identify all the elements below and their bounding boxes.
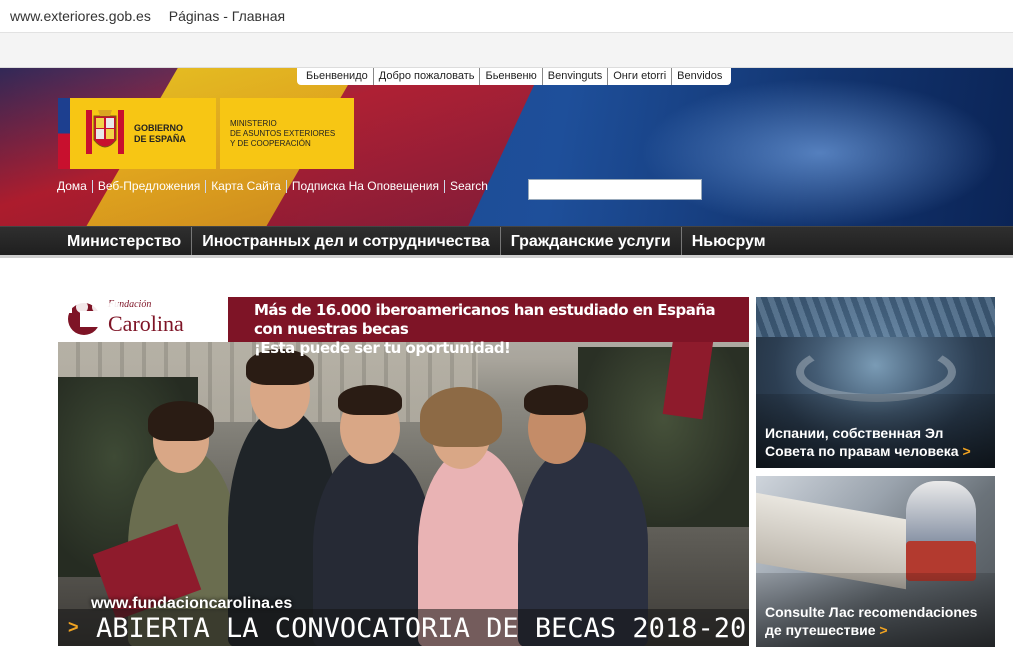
- gobierno-logo[interactable]: GOBIERNO DE ESPAÑA: [70, 98, 216, 169]
- browser-title-bar: www.exteriores.gob.es Páginas - Главная: [0, 0, 1013, 32]
- nav-item-citizen-services[interactable]: Гражданские услуги: [501, 227, 682, 255]
- hero-person-hair: [148, 401, 214, 441]
- gobierno-logo-text: GOBIERNO DE ESPAÑA: [134, 123, 186, 145]
- news-card-human-rights[interactable]: Испании, собственная Эл Совета по правам…: [756, 297, 995, 468]
- card-title: Испании, собственная Эл Совета по правам…: [765, 424, 990, 460]
- hero-banner[interactable]: Fundación Carolina Más de 16.000 iberoam…: [58, 297, 749, 646]
- utility-nav: Дома Веб-Предложения Карта Сайта Подписк…: [57, 180, 493, 193]
- chevron-right-icon: >: [962, 443, 971, 459]
- hero-headline: Más de 16.000 iberoamericanos han estudi…: [254, 301, 734, 358]
- hero-person-hair: [524, 385, 588, 415]
- util-link-home[interactable]: Дома: [57, 180, 93, 193]
- slide-dot[interactable]: [92, 301, 104, 313]
- card-title-text: Consulte Лас recomendaciones де путешест…: [765, 604, 978, 638]
- nav-item-ministry[interactable]: Министерство: [58, 227, 193, 255]
- card-title: Consulte Лас recomendaciones де путешест…: [765, 603, 990, 639]
- card-image-chamber: [796, 342, 956, 402]
- logo-min-line: MINISTERIO: [230, 118, 277, 128]
- browser-toolbar: [0, 32, 1013, 68]
- slider-controls: [62, 301, 120, 313]
- card-title-text: Испании, собственная Эл Совета по правам…: [765, 425, 959, 459]
- pause-icon[interactable]: [62, 301, 72, 313]
- logo-gob-line: GOBIERNO: [134, 122, 184, 133]
- card-image-ceiling: [756, 297, 995, 337]
- coat-of-arms-icon: [86, 109, 124, 154]
- slide-dot[interactable]: [108, 301, 120, 313]
- chevron-right-icon: >: [879, 622, 888, 638]
- hero-headline-line: ¡Esta puede ser tu oportunidad!: [254, 339, 511, 357]
- language-link[interactable]: Benvinguts: [543, 68, 609, 85]
- util-link-sitemap[interactable]: Карта Сайта: [206, 180, 287, 193]
- hero-person-hair: [338, 385, 402, 415]
- logo-min-line: DE ASUNTOS EXTERIORES: [230, 128, 336, 138]
- util-link-search-label: Search: [449, 179, 488, 193]
- slide-dot[interactable]: [76, 301, 88, 313]
- language-link[interactable]: Добро пожаловать: [374, 68, 481, 85]
- ministerio-logo[interactable]: MINISTERIO DE ASUNTOS EXTERIORES Y DE CO…: [220, 98, 354, 169]
- hero-person-hair: [420, 387, 502, 447]
- hero-headline-line: Más de 16.000 iberoamericanos han estudi…: [254, 301, 716, 338]
- ministerio-logo-text: MINISTERIO DE ASUNTOS EXTERIORES Y DE CO…: [220, 119, 335, 149]
- logo-min-line: Y DE COOPERACIÓN: [230, 138, 311, 148]
- carolina-brand-name: Carolina: [108, 311, 184, 336]
- browser-tab-title: Páginas - Главная: [168, 8, 286, 24]
- language-link[interactable]: Benvidos: [672, 68, 727, 85]
- site-header: Бьенвенидо Добро пожаловать Бьенвеню Ben…: [0, 68, 1013, 226]
- hero-arrow-icon: >: [68, 617, 79, 637]
- language-link[interactable]: Бьенвеню: [480, 68, 543, 85]
- hero-caption: ABIERTA LA CONVOCATORIA DE BECAS 2018-20…: [96, 613, 749, 644]
- nav-item-newsroom[interactable]: Ньюсрум: [682, 227, 776, 255]
- util-link-web-offers[interactable]: Веб-Предложения: [93, 180, 207, 193]
- world-map-graphic: [640, 78, 1000, 226]
- news-card-travel[interactable]: Consulte Лас recomendaciones де путешест…: [756, 476, 995, 647]
- browser-url[interactable]: www.exteriores.gob.es: [10, 8, 151, 24]
- language-link[interactable]: Бьенвенидо: [301, 68, 374, 85]
- main-nav: Министерство Иностранных дел и сотруднич…: [0, 226, 1013, 258]
- util-link-subscribe[interactable]: Подписка На Оповещения: [287, 180, 445, 193]
- logo-eu-stripe: [58, 98, 70, 169]
- logo-gob-line: DE ESPAÑA: [134, 133, 186, 144]
- language-link[interactable]: Онги etorri: [608, 68, 673, 85]
- nav-item-foreign-affairs[interactable]: Иностранных дел и сотрудничества: [192, 227, 501, 255]
- language-bar: Бьенвенидо Добро пожаловать Бьенвеню Ben…: [297, 68, 732, 85]
- search-input[interactable]: [528, 179, 702, 200]
